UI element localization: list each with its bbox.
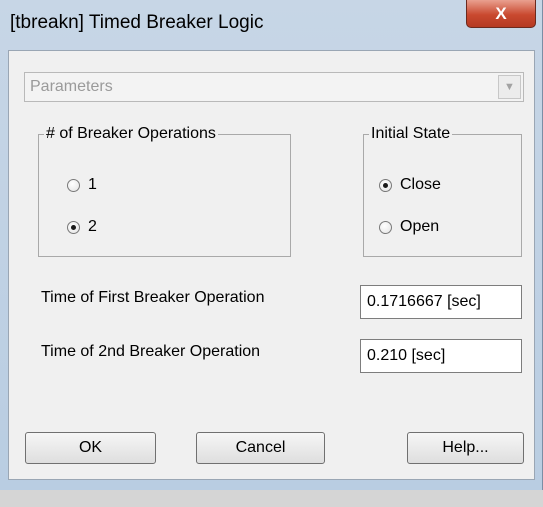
radio-button-icon xyxy=(379,178,392,192)
ok-button[interactable]: OK xyxy=(25,432,156,464)
dialog-window: [tbreakn] Timed Breaker Logic X Paramete… xyxy=(0,0,543,490)
radio-button-icon xyxy=(67,178,80,192)
radio-label: Close xyxy=(400,176,441,193)
radio-label: 2 xyxy=(88,218,97,235)
first-operation-field[interactable]: 0.1716667 [sec] xyxy=(360,285,522,319)
radio-label: Open xyxy=(400,218,440,235)
second-operation-label: Time of 2nd Breaker Operation xyxy=(41,343,261,360)
cancel-button[interactable]: Cancel xyxy=(196,432,325,464)
radio-label: 1 xyxy=(88,176,97,193)
radio-operations-2[interactable]: 2 xyxy=(67,218,97,236)
dropdown-value: Parameters xyxy=(30,78,113,95)
window-title: [tbreakn] Timed Breaker Logic xyxy=(10,12,264,33)
radio-state-open[interactable]: Open xyxy=(379,218,439,236)
chevron-down-icon[interactable]: ▼ xyxy=(498,75,521,99)
dialog-body: Parameters ▼ # of Breaker Operations 1 2… xyxy=(8,50,535,480)
help-button[interactable]: Help... xyxy=(407,432,524,464)
close-button[interactable]: X xyxy=(466,0,536,28)
breaker-operations-legend: # of Breaker Operations xyxy=(46,125,216,142)
radio-operations-1[interactable]: 1 xyxy=(67,176,97,194)
radio-state-close[interactable]: Close xyxy=(379,176,441,194)
radio-button-icon xyxy=(379,220,392,234)
initial-state-legend: Initial State xyxy=(371,125,451,142)
parameters-dropdown[interactable]: Parameters ▼ xyxy=(24,72,524,102)
second-operation-field[interactable]: 0.210 [sec] xyxy=(360,339,522,373)
close-icon: X xyxy=(495,3,507,23)
radio-button-icon xyxy=(67,220,80,234)
first-operation-label: Time of First Breaker Operation xyxy=(41,289,265,306)
